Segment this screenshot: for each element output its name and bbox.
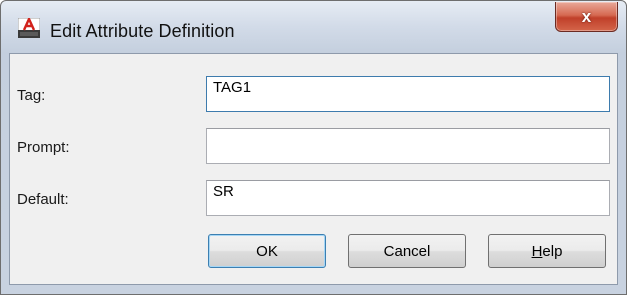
title-bar[interactable]: Edit Attribute Definition x <box>1 1 626 53</box>
default-label: Default: <box>17 191 69 208</box>
close-icon: x <box>581 7 592 26</box>
prompt-label: Prompt: <box>17 139 70 156</box>
autocad-icon <box>18 18 40 38</box>
dialog-body: Tag: TAG1 Prompt: Default: SR OK Cancel … <box>9 53 618 285</box>
cancel-button[interactable]: Cancel <box>348 234 466 268</box>
prompt-input[interactable] <box>206 128 610 164</box>
help-button-label: Help <box>532 243 563 260</box>
default-input[interactable]: SR <box>206 180 610 216</box>
tag-input[interactable]: TAG1 <box>206 76 610 112</box>
help-mnemonic: H <box>531 242 543 260</box>
close-button[interactable]: x <box>555 2 618 32</box>
ok-button[interactable]: OK <box>208 234 326 268</box>
tag-label: Tag: <box>17 87 46 104</box>
window-title: Edit Attribute Definition <box>50 21 235 41</box>
cancel-button-label: Cancel <box>383 242 431 260</box>
help-label-rest: elp <box>542 242 563 260</box>
help-button[interactable]: Help <box>488 234 606 268</box>
dialog-window: Edit Attribute Definition x Tag: TAG1 Pr… <box>0 0 627 295</box>
ok-button-label: OK <box>256 242 278 260</box>
